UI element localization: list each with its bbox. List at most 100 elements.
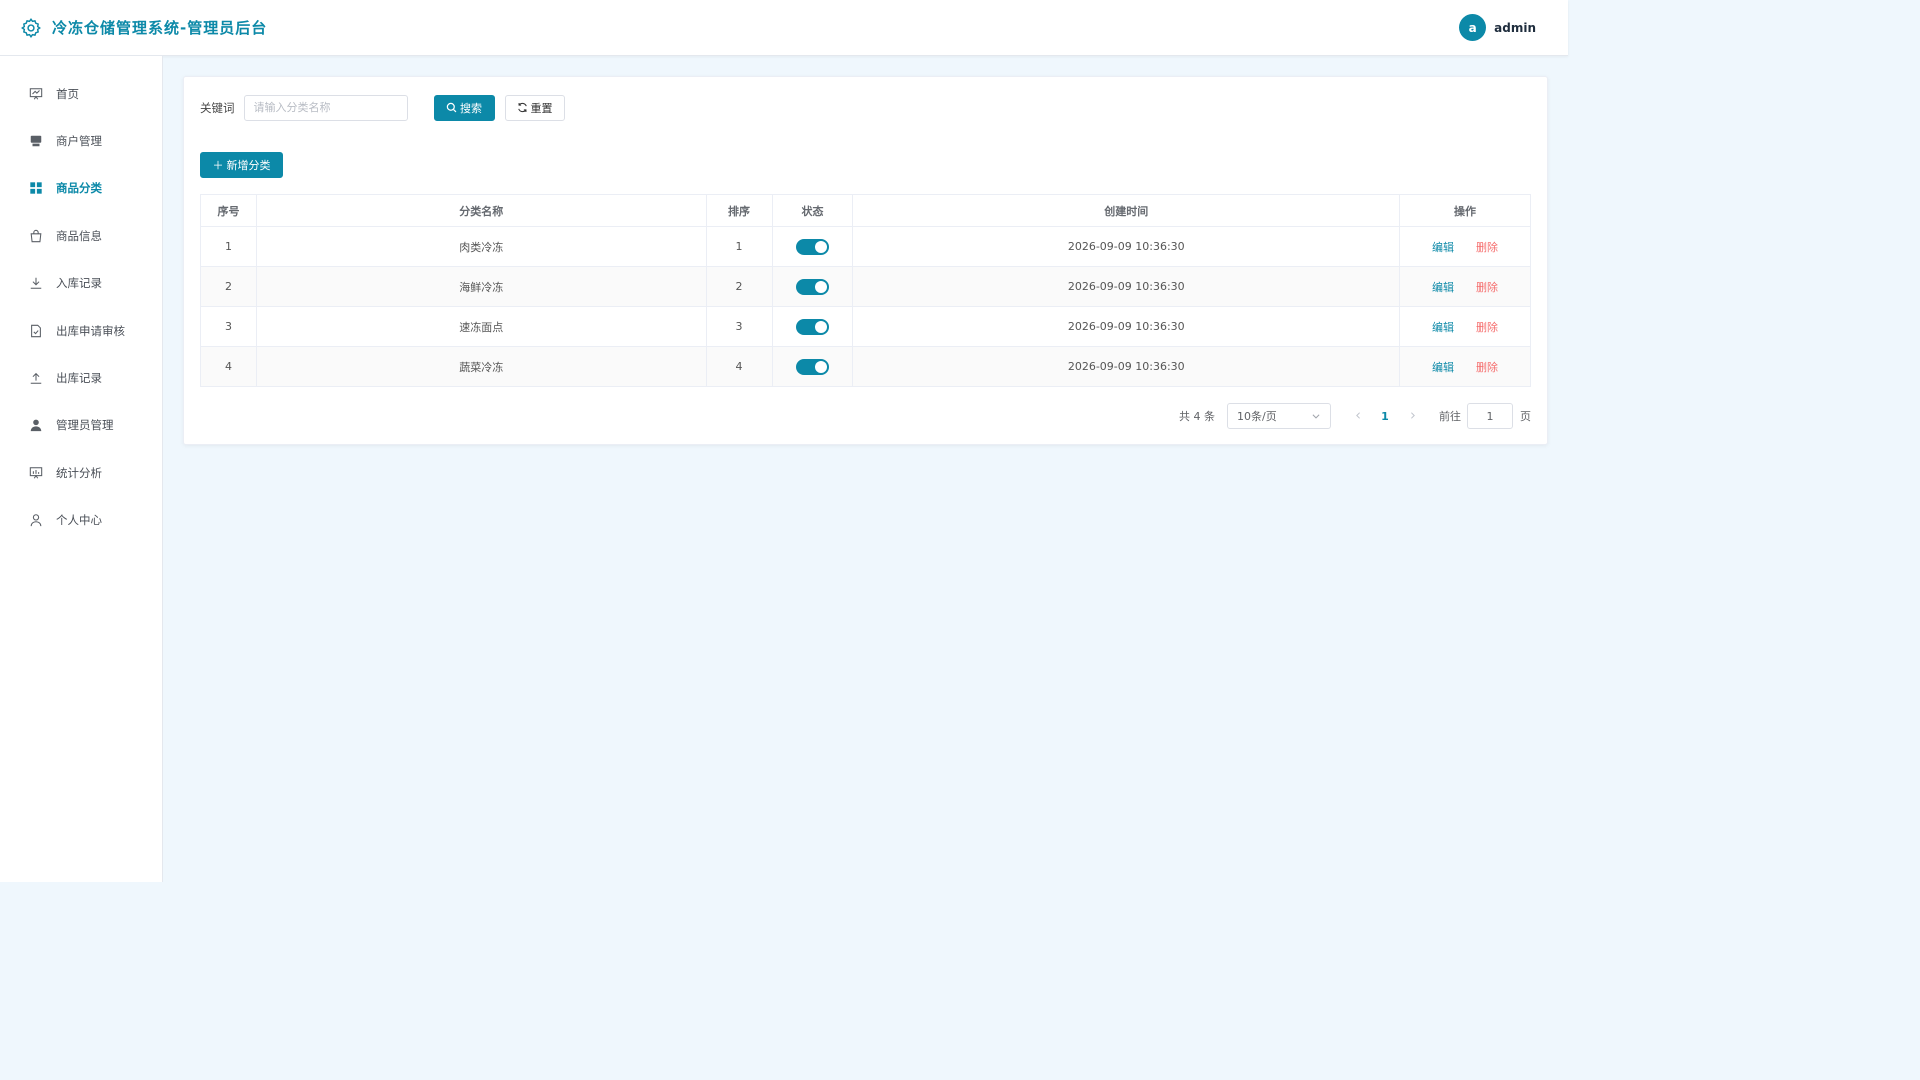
sidebar-item-categories[interactable]: 商品分类: [0, 165, 162, 212]
gear-icon: [20, 17, 42, 39]
search-input[interactable]: [243, 94, 408, 121]
sidebar-item-products[interactable]: 商品信息: [0, 212, 162, 259]
delete-button[interactable]: 删除: [1476, 321, 1498, 334]
cell-name: 速冻面点: [255, 306, 707, 347]
brand: 冷冻仓储管理系统-管理员后台: [20, 17, 267, 39]
app-title: 冷冻仓储管理系统-管理员后台: [52, 19, 268, 37]
sidebar-item-label: 出库记录: [56, 371, 102, 386]
sidebar-item-outbound-review[interactable]: 出库申请审核: [0, 307, 162, 354]
sidebar-item-label: 入库记录: [56, 276, 102, 291]
username[interactable]: admin: [1494, 21, 1536, 35]
table-header-row: 序号 分类名称 排序 状态 创建时间 操作: [200, 194, 1531, 227]
cell-status: [771, 226, 854, 267]
plus-icon: ＋: [212, 159, 224, 172]
sidebar-item-label: 首页: [56, 86, 79, 101]
sidebar-item-label: 个人中心: [56, 513, 102, 528]
sidebar-item-label: 商品分类: [56, 181, 102, 196]
table-row: 4 蔬菜冷冻 4 2026-09-09 10:36:30 编辑 删除: [200, 346, 1531, 387]
search-button[interactable]: 搜索: [433, 94, 495, 121]
status-toggle[interactable]: [796, 318, 829, 335]
sidebar-item-inbound[interactable]: 入库记录: [0, 260, 162, 307]
refresh-icon: [517, 102, 527, 113]
sidebar-item-outbound[interactable]: 出库记录: [0, 354, 162, 401]
prev-page-button[interactable]: [1349, 410, 1367, 423]
cell-created: 2026-09-09 10:36:30: [852, 346, 1401, 387]
page-size-value: 10条/页: [1237, 410, 1277, 423]
chart-icon: [29, 466, 43, 480]
page-suffix: 页: [1520, 410, 1531, 423]
sidebar: 首页 商户管理 商品分类 商品信息 入库记录 出库申请审核 出库记录 管理员管理…: [0, 56, 163, 882]
cell-actions: 编辑 删除: [1399, 306, 1531, 347]
cell-sort: 3: [705, 306, 773, 347]
sidebar-item-statistics[interactable]: 统计分析: [0, 449, 162, 496]
cell-status: [771, 266, 854, 307]
cell-sort: 2: [705, 266, 773, 307]
sidebar-item-label: 出库申请审核: [56, 323, 125, 338]
table-row: 1 肉类冷冻 1 2026-09-09 10:36:30 编辑 删除: [200, 226, 1531, 267]
edit-button[interactable]: 编辑: [1432, 321, 1454, 334]
dashboard-icon: [29, 87, 43, 101]
cell-status: [771, 346, 854, 387]
col-header-created: 创建时间: [852, 194, 1401, 227]
cell-name: 肉类冷冻: [255, 226, 707, 267]
cell-actions: 编辑 删除: [1399, 226, 1531, 267]
add-category-button[interactable]: ＋ 新增分类: [200, 152, 283, 178]
add-category-label: 新增分类: [226, 159, 271, 172]
col-header-sort: 排序: [705, 194, 773, 227]
cell-name: 海鲜冷冻: [255, 266, 707, 307]
cell-actions: 编辑 删除: [1399, 266, 1531, 307]
status-toggle[interactable]: [796, 238, 829, 255]
status-toggle[interactable]: [796, 278, 829, 295]
cell-name: 蔬菜冷冻: [255, 346, 707, 387]
sidebar-item-label: 统计分析: [56, 465, 102, 480]
col-header-actions: 操作: [1399, 194, 1531, 227]
page-number[interactable]: 1: [1367, 410, 1403, 423]
download-icon: [29, 276, 43, 290]
col-header-index: 序号: [200, 194, 257, 227]
edit-button[interactable]: 编辑: [1432, 241, 1454, 254]
pagination: 共 4 条 10条/页 1 前往 页: [200, 403, 1531, 429]
delete-button[interactable]: 删除: [1476, 361, 1498, 374]
chevron-down-icon: [1312, 414, 1320, 419]
user-menu[interactable]: a admin: [1459, 14, 1536, 41]
edit-button[interactable]: 编辑: [1432, 361, 1454, 374]
bag-icon: [29, 229, 43, 243]
main-content: 关键词 搜索 重置 ＋ 新增分类 序号 分类名称: [183, 76, 1548, 445]
chevron-left-icon: [1355, 411, 1360, 419]
sidebar-item-profile[interactable]: 个人中心: [0, 497, 162, 544]
cell-status: [771, 306, 854, 347]
table-row: 3 速冻面点 3 2026-09-09 10:36:30 编辑 删除: [200, 306, 1531, 347]
cell-sort: 1: [705, 226, 773, 267]
sidebar-item-merchants[interactable]: 商户管理: [0, 117, 162, 164]
cell-index: 4: [200, 346, 257, 387]
doc-check-icon: [29, 324, 43, 338]
cell-sort: 4: [705, 346, 773, 387]
page-size-select[interactable]: 10条/页: [1227, 403, 1331, 429]
cell-created: 2026-09-09 10:36:30: [852, 306, 1401, 347]
table-row: 2 海鲜冷冻 2 2026-09-09 10:36:30 编辑 删除: [200, 266, 1531, 307]
sidebar-item-label: 商户管理: [56, 134, 102, 149]
col-header-status: 状态: [771, 194, 854, 227]
delete-button[interactable]: 删除: [1476, 241, 1498, 254]
category-table: 序号 分类名称 排序 状态 创建时间 操作 1 肉类冷冻 1 2026-09-0…: [200, 194, 1531, 387]
user-icon: [29, 513, 43, 527]
total-count: 共 4 条: [1179, 410, 1215, 423]
user-filled-icon: [29, 418, 43, 432]
reset-button[interactable]: 重置: [504, 94, 565, 121]
sidebar-item-home[interactable]: 首页: [0, 70, 162, 117]
cell-index: 2: [200, 266, 257, 307]
sidebar-item-label: 商品信息: [56, 228, 102, 243]
search-bar: 关键词 搜索 重置: [200, 94, 1531, 121]
avatar[interactable]: a: [1459, 14, 1487, 41]
delete-button[interactable]: 删除: [1476, 281, 1498, 294]
next-page-button[interactable]: [1403, 410, 1421, 423]
sidebar-item-admins[interactable]: 管理员管理: [0, 402, 162, 449]
reset-button-label: 重置: [530, 101, 553, 115]
sidebar-item-label: 管理员管理: [56, 418, 114, 433]
cell-created: 2026-09-09 10:36:30: [852, 226, 1401, 267]
edit-button[interactable]: 编辑: [1432, 281, 1454, 294]
search-icon: [446, 102, 457, 113]
goto-page-input[interactable]: [1467, 403, 1513, 429]
status-toggle[interactable]: [796, 358, 829, 375]
cell-index: 1: [200, 226, 257, 267]
